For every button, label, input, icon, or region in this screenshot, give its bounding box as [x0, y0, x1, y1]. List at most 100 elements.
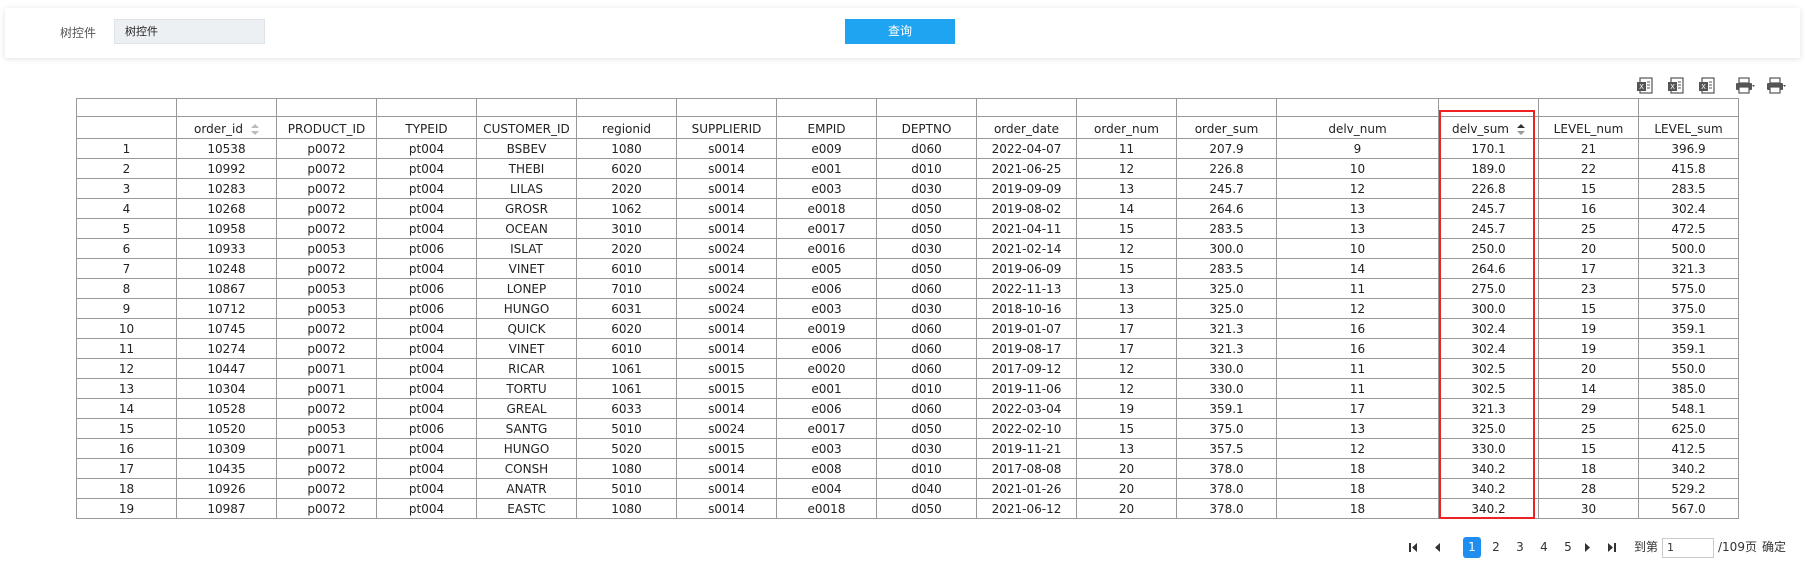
page-number-4[interactable]: 4 — [1535, 537, 1553, 558]
table-cell: 28 — [1538, 478, 1639, 499]
table-cell: pt004 — [376, 258, 477, 279]
table-cell: 3010 — [576, 218, 677, 239]
table-cell: 10528 — [176, 398, 277, 419]
page-number-5[interactable]: 5 — [1559, 537, 1577, 558]
table-cell: 19 — [1538, 338, 1639, 359]
table-cell: 9 — [76, 298, 177, 319]
page-number-3[interactable]: 3 — [1511, 537, 1529, 558]
table-cell: 5010 — [576, 478, 677, 499]
column-header-order-id[interactable]: order_id — [176, 116, 277, 139]
table-cell: s0024 — [676, 298, 777, 319]
query-button[interactable]: 查询 — [845, 19, 955, 44]
export-excel-page-icon[interactable]: X — [1697, 75, 1719, 97]
table-cell: 226.8 — [1438, 178, 1539, 199]
table-cell: 330.0 — [1176, 358, 1277, 379]
table-cell: 10268 — [176, 198, 277, 219]
table-cell: e0020 — [776, 358, 877, 379]
table-cell: 302.4 — [1638, 198, 1739, 219]
report-table: order_id PRODUCT_ID TYPEID CUSTOMER_ID regio… — [76, 98, 1739, 519]
table-cell: 6031 — [576, 298, 677, 319]
table-cell: 10745 — [176, 318, 277, 339]
table-cell: d010 — [876, 378, 977, 399]
prev-page-icon[interactable] — [1431, 537, 1445, 558]
print-setup-icon[interactable] — [1765, 75, 1787, 97]
table-cell: 10 — [1276, 238, 1439, 259]
table-cell: 11 — [1076, 138, 1177, 159]
table-cell: 2021-04-11 — [976, 218, 1077, 239]
table-cell: 396.9 — [1638, 138, 1739, 159]
table-cell: s0014 — [676, 158, 777, 179]
table-cell: 2022-11-13 — [976, 278, 1077, 299]
next-page-icon[interactable] — [1580, 537, 1594, 558]
table-cell: 6033 — [576, 398, 677, 419]
sort-icon[interactable] — [250, 123, 259, 136]
table-cell: 14 — [1076, 198, 1177, 219]
table-cell: e006 — [776, 398, 877, 419]
table-cell: e0019 — [776, 318, 877, 339]
table-cell: 13 — [1276, 418, 1439, 439]
table-cell: 2019-11-06 — [976, 378, 1077, 399]
table-cell: e003 — [776, 438, 877, 459]
page-number-1[interactable]: 1 — [1463, 537, 1481, 558]
table-cell: p0053 — [276, 278, 377, 299]
table-row: 18 10926 p0072 pt004 ANATR 5010 s0014 e004 d040 2… — [76, 478, 1739, 499]
page-number-2[interactable]: 2 — [1487, 537, 1505, 558]
table-cell: p0072 — [276, 178, 377, 199]
goto-page-input[interactable]: 1 — [1662, 538, 1714, 558]
table-cell: 10304 — [176, 378, 277, 399]
table-cell: d030 — [876, 238, 977, 259]
table-cell: 2019-08-17 — [976, 338, 1077, 359]
sort-icon[interactable] — [1516, 123, 1525, 136]
table-cell: 378.0 — [1176, 498, 1277, 519]
table-cell: 12 — [1076, 238, 1177, 259]
first-page-icon[interactable] — [1406, 537, 1420, 558]
table-cell: 15 — [76, 418, 177, 439]
table-cell: VINET — [476, 258, 577, 279]
table-cell: EASTC — [476, 498, 577, 519]
column-header-label: LEVEL_sum — [1654, 122, 1723, 136]
last-page-icon[interactable] — [1605, 537, 1619, 558]
table-cell: e004 — [776, 478, 877, 499]
table-cell: 20 — [1076, 478, 1177, 499]
table-cell: 359.1 — [1176, 398, 1277, 419]
table-cell: 10958 — [176, 218, 277, 239]
table-cell: 10447 — [176, 358, 277, 379]
table-cell: 340.2 — [1438, 498, 1539, 519]
table-cell: 12 — [1276, 438, 1439, 459]
table-row: 1 10538 p0072 pt004 BSBEV 1080 s0014 e009 d060 20… — [76, 138, 1739, 159]
column-header-delv-sum[interactable]: delv_sum — [1438, 116, 1539, 139]
table-cell: pt004 — [376, 358, 477, 379]
export-excel-icon[interactable]: X — [1635, 75, 1657, 97]
table-cell: 1080 — [576, 138, 677, 159]
column-header-label: LEVEL_num — [1553, 122, 1624, 136]
table-cell: 325.0 — [1176, 298, 1277, 319]
table-cell: 2019-09-09 — [976, 178, 1077, 199]
table-cell: 11 — [76, 338, 177, 359]
table-cell: 6010 — [576, 338, 677, 359]
table-cell: s0015 — [676, 438, 777, 459]
table-cell: 6010 — [576, 258, 677, 279]
goto-label: 到第 — [1634, 540, 1659, 554]
export-excel-alt-icon[interactable]: X — [1666, 75, 1688, 97]
table-header-row: order_id PRODUCT_ID TYPEID CUSTOMER_ID regio… — [76, 116, 1739, 139]
table-cell: 11 — [1276, 378, 1439, 399]
print-icon[interactable] — [1734, 75, 1756, 97]
table-cell: 4 — [76, 198, 177, 219]
column-header-order-num: order_num — [1076, 116, 1177, 139]
tree-control-input[interactable]: 树控件 — [114, 19, 265, 44]
table-cell: 340.2 — [1438, 478, 1539, 499]
table-cell: 2019-11-21 — [976, 438, 1077, 459]
table-cell: 245.7 — [1438, 218, 1539, 239]
table-cell: 340.2 — [1438, 458, 1539, 479]
column-header-typeid: TYPEID — [376, 116, 477, 139]
table-cell: 302.4 — [1438, 338, 1539, 359]
table-cell: 625.0 — [1638, 418, 1739, 439]
table-cell: pt004 — [376, 158, 477, 179]
column-header-label: SUPPLIERID — [691, 122, 762, 136]
table-cell: 17 — [1076, 338, 1177, 359]
table-row: 13 10304 p0071 pt004 TORTU 1061 s0015 e001 d010 2… — [76, 378, 1739, 399]
confirm-button[interactable]: 确定 — [1762, 537, 1786, 558]
table-cell: 283.5 — [1176, 258, 1277, 279]
table-cell: 12 — [76, 358, 177, 379]
table-cell: 13 — [76, 378, 177, 399]
